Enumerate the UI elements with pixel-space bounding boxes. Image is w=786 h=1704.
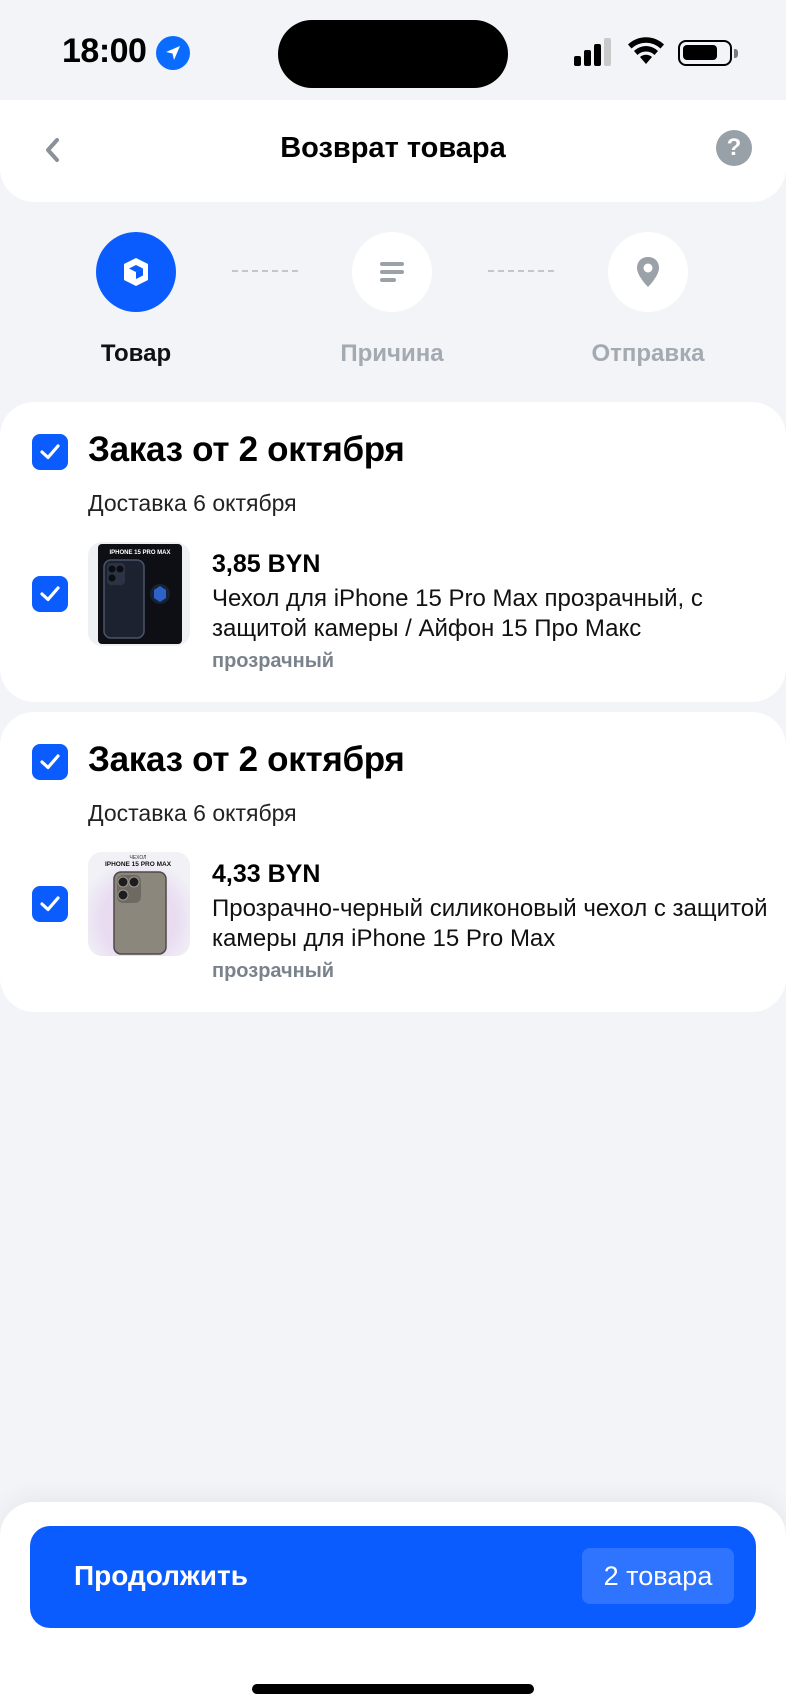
step-label-reason: Причина: [340, 340, 444, 367]
item-count-badge: 2 товара: [582, 1548, 734, 1604]
delivery-date: Доставка 6 октября: [88, 800, 297, 826]
page-title: Возврат товара: [280, 132, 506, 164]
order-checkbox[interactable]: [32, 434, 68, 470]
item-checkbox[interactable]: [32, 576, 68, 612]
step-product[interactable]: [96, 232, 176, 312]
step-connector: [488, 270, 554, 272]
checkmark-icon: [40, 896, 60, 912]
order-card: Заказ от 2 октября Доставка 6 октября ЧЕ…: [0, 712, 786, 1012]
status-time: 18:00: [62, 32, 147, 70]
order-title: Заказ от 2 октября: [88, 430, 405, 469]
header: Возврат товара ?: [0, 100, 786, 202]
item-price: 3,85 BYN: [212, 550, 321, 578]
status-bar: 18:00: [0, 0, 786, 100]
product-image[interactable]: IPHONE 15 PRO MAX: [88, 542, 190, 646]
bottom-bar: Продолжить 2 товара: [0, 1502, 786, 1704]
item-variant: прозрачный: [212, 960, 335, 982]
cellular-signal-icon: [574, 38, 611, 66]
wifi-icon: [628, 37, 664, 64]
step-reason[interactable]: [352, 232, 432, 312]
item-checkbox[interactable]: [32, 886, 68, 922]
checkmark-icon: [40, 586, 60, 602]
location-pin-icon: [637, 257, 659, 287]
item-name[interactable]: Чехол для iPhone 15 Pro Max прозрачный, …: [212, 584, 772, 644]
location-arrow-icon: [156, 36, 190, 70]
item-name[interactable]: Прозрачно-черный силиконовый чехол с защ…: [212, 894, 772, 954]
item-variant: прозрачный: [212, 650, 335, 672]
step-label-product: Товар: [100, 340, 172, 367]
order-title: Заказ от 2 октября: [88, 740, 405, 779]
box-icon: [124, 258, 148, 286]
order-card: Заказ от 2 октября Доставка 6 октября IP…: [0, 402, 786, 702]
order-checkbox[interactable]: [32, 744, 68, 780]
step-indicator: Товар Причина Отправка: [0, 228, 786, 378]
product-image[interactable]: ЧЕХОЛ IPHONE 15 PRO MAX: [88, 852, 190, 956]
continue-label: Продолжить: [74, 1560, 248, 1591]
svg-text:IPHONE 15 PRO MAX: IPHONE 15 PRO MAX: [109, 550, 170, 556]
continue-button[interactable]: Продолжить 2 товара: [30, 1526, 756, 1628]
step-label-shipping: Отправка: [591, 340, 705, 367]
svg-text:IPHONE 15 PRO MAX: IPHONE 15 PRO MAX: [105, 861, 172, 868]
checkmark-icon: [40, 754, 60, 770]
item-price: 4,33 BYN: [212, 860, 321, 888]
lines-icon: [380, 262, 404, 282]
dynamic-island: [278, 20, 508, 88]
home-indicator[interactable]: [252, 1684, 534, 1694]
delivery-date: Доставка 6 октября: [88, 490, 297, 516]
step-connector: [232, 270, 298, 272]
battery-icon: [678, 40, 738, 66]
help-button[interactable]: ?: [716, 130, 752, 166]
checkmark-icon: [40, 444, 60, 460]
step-shipping[interactable]: [608, 232, 688, 312]
